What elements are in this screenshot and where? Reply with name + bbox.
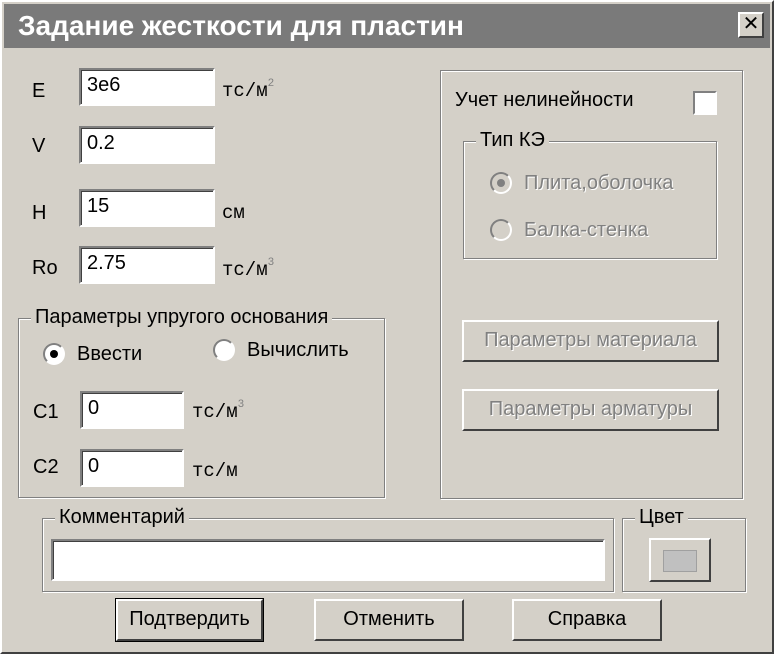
radio-plate-shell[interactable] xyxy=(490,172,512,194)
nonlinear-label: Учет нелинейности xyxy=(455,89,634,111)
fe-type-group: Тип КЭ Плита,оболочка Балка-стенка xyxy=(463,129,717,259)
dialog-window: Задание жесткости для пластин ✕ E 3e6 тс… xyxy=(0,0,774,654)
radio-enter-label[interactable]: Ввести xyxy=(77,343,142,366)
foundation-group: Параметры упругого основания Ввести Вычи… xyxy=(18,306,385,498)
help-button[interactable]: Справка xyxy=(512,599,662,641)
color-title: Цвет xyxy=(635,506,688,529)
radio-dot-icon xyxy=(50,350,58,358)
h-field[interactable]: 15 xyxy=(79,189,215,227)
label-v: V xyxy=(32,135,46,157)
radio-plate-shell-label[interactable]: Плита,оболочка xyxy=(524,172,673,195)
title-bar[interactable]: Задание жесткости для пластин ✕ xyxy=(4,4,770,48)
material-params-button[interactable]: Параметры материала xyxy=(462,320,719,362)
label-c1: C1 xyxy=(33,401,59,423)
comment-group: Комментарий xyxy=(42,506,614,592)
unit-ro: тс/м3 xyxy=(222,257,275,281)
radio-beam-wall[interactable] xyxy=(490,219,512,241)
unit-c2: тс/м xyxy=(192,460,238,482)
c2-field[interactable]: 0 xyxy=(80,449,184,487)
radio-calculate[interactable] xyxy=(213,339,235,361)
radio-calculate-label[interactable]: Вычислить xyxy=(247,339,349,362)
rebar-params-button[interactable]: Параметры арматуры xyxy=(462,389,719,431)
ro-field[interactable]: 2.75 xyxy=(79,246,215,284)
nonlinear-group: Учет нелинейности Тип КЭ Плита,оболочка … xyxy=(440,70,743,499)
label-h: H xyxy=(32,202,47,224)
label-c2: C2 xyxy=(33,456,59,478)
label-ro: Ro xyxy=(32,257,58,279)
foundation-group-title: Параметры упругого основания xyxy=(31,306,333,329)
unit-h: см xyxy=(222,202,245,224)
color-group: Цвет xyxy=(622,506,746,592)
window-title: Задание жесткости для пластин xyxy=(18,10,464,41)
c1-field[interactable]: 0 xyxy=(80,391,184,429)
radio-enter[interactable] xyxy=(43,343,65,365)
nonlinear-checkbox[interactable] xyxy=(693,91,717,115)
label-e: E xyxy=(32,80,46,102)
e-field[interactable]: 3e6 xyxy=(79,68,215,106)
close-icon[interactable]: ✕ xyxy=(738,12,764,38)
unit-e: тс/м2 xyxy=(222,78,275,102)
cancel-button[interactable]: Отменить xyxy=(314,599,464,641)
confirm-button[interactable]: Подтвердить xyxy=(115,598,264,642)
fe-type-title: Тип КЭ xyxy=(476,129,549,152)
radio-dot-icon xyxy=(497,179,505,187)
color-swatch xyxy=(663,550,697,572)
radio-beam-wall-label[interactable]: Балка-стенка xyxy=(524,219,648,242)
unit-c1: тс/м3 xyxy=(192,399,245,423)
comment-title: Комментарий xyxy=(55,506,189,529)
comment-field[interactable] xyxy=(51,539,605,581)
v-field[interactable]: 0.2 xyxy=(79,126,215,164)
